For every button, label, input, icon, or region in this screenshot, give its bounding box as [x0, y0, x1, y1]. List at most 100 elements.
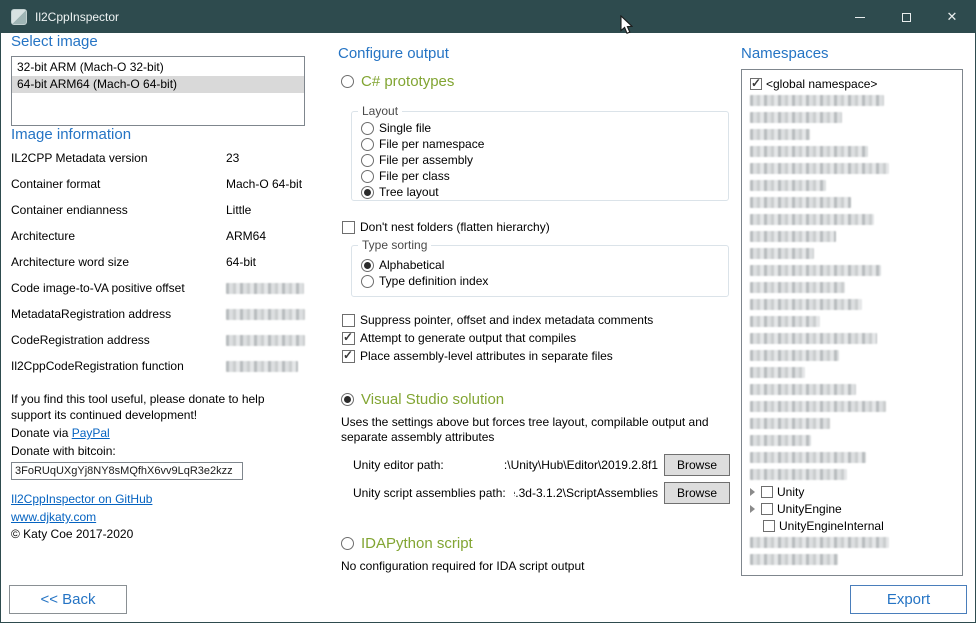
radio-icon[interactable] [361, 154, 374, 167]
minimize-button[interactable] [837, 1, 883, 33]
radio-option[interactable]: File per class [361, 168, 728, 184]
close-button[interactable]: ✕ [929, 1, 975, 33]
idapython-option[interactable]: IDAPython script [341, 535, 473, 552]
namespace-item-redacted[interactable] [742, 330, 962, 347]
namespace-item-redacted[interactable] [742, 160, 962, 177]
idapython-radio-icon[interactable] [341, 537, 354, 550]
redacted-namespace [750, 112, 842, 123]
checkbox-option[interactable]: Attempt to generate output that compiles [342, 329, 653, 347]
namespace-item-redacted[interactable] [742, 398, 962, 415]
visual-studio-radio-icon[interactable] [341, 393, 354, 406]
namespace-item-redacted[interactable] [742, 449, 962, 466]
namespace-item-redacted[interactable] [742, 92, 962, 109]
radio-icon[interactable] [361, 275, 374, 288]
radio-icon[interactable] [361, 259, 374, 272]
checkbox-option-label: Suppress pointer, offset and index metad… [360, 313, 653, 327]
radio-option-label: Single file [379, 121, 431, 135]
maximize-button[interactable] [883, 1, 929, 33]
visual-studio-option[interactable]: Visual Studio solution [341, 391, 504, 408]
browse-editor-button[interactable]: Browse [664, 454, 730, 476]
image-listbox[interactable]: 32-bit ARM (Mach-O 32-bit)64-bit ARM64 (… [11, 56, 305, 126]
namespace-item[interactable]: <global namespace> [742, 75, 962, 92]
image-list-item[interactable]: 64-bit ARM64 (Mach-O 64-bit) [12, 76, 304, 93]
left-panel: Select image 32-bit ARM (Mach-O 32-bit)6… [11, 33, 305, 541]
browse-script-button[interactable]: Browse [664, 482, 730, 504]
github-link[interactable]: Il2CppInspector on GitHub [11, 492, 152, 506]
flatten-checkbox-container: Don't nest folders (flatten hierarchy) [342, 219, 550, 235]
redacted-value [226, 335, 305, 346]
namespace-item-redacted[interactable] [742, 415, 962, 432]
info-value: 64-bit [226, 255, 256, 269]
back-button[interactable]: << Back [9, 585, 127, 614]
radio-option[interactable]: File per assembly [361, 152, 728, 168]
info-value: 23 [226, 151, 239, 165]
namespace-checkbox[interactable] [761, 503, 773, 515]
redacted-namespace [750, 452, 866, 463]
checkbox-option[interactable]: Suppress pointer, offset and index metad… [342, 311, 653, 329]
window-controls: ✕ [837, 1, 975, 33]
radio-option-label: Tree layout [379, 185, 439, 199]
checkbox-option[interactable]: Don't nest folders (flatten hierarchy) [342, 219, 550, 235]
namespace-checkbox[interactable] [761, 486, 773, 498]
namespace-item-redacted[interactable] [742, 551, 962, 568]
namespace-item-redacted[interactable] [742, 296, 962, 313]
unity-editor-path-field[interactable]: :\Unity\Hub\Editor\2019.2.8f1 [452, 458, 658, 472]
namespace-item-redacted[interactable] [742, 364, 962, 381]
radio-icon[interactable] [361, 186, 374, 199]
idapython-description: No configuration required for IDA script… [341, 559, 584, 573]
radio-option-label: File per namespace [379, 137, 484, 151]
image-list-item[interactable]: 32-bit ARM (Mach-O 32-bit) [12, 59, 304, 76]
namespace-item-redacted[interactable] [742, 313, 962, 330]
expander-icon[interactable] [750, 488, 755, 496]
radio-option[interactable]: File per namespace [361, 136, 728, 152]
namespace-item[interactable]: UnityEngine [742, 500, 962, 517]
layout-group-title: Layout [358, 104, 402, 118]
radio-icon[interactable] [361, 138, 374, 151]
checkbox-icon[interactable] [342, 314, 355, 327]
copyright-text: © Katy Coe 2017-2020 [11, 527, 305, 541]
expander-icon[interactable] [750, 505, 755, 513]
namespace-item-redacted[interactable] [742, 211, 962, 228]
radio-option[interactable]: Alphabetical [361, 257, 728, 273]
checkbox-icon[interactable] [342, 350, 355, 363]
checkbox-icon[interactable] [342, 332, 355, 345]
csharp-prototypes-option[interactable]: C# prototypes [341, 73, 454, 90]
namespace-item-redacted[interactable] [742, 534, 962, 551]
namespace-item-redacted[interactable] [742, 228, 962, 245]
namespace-item-redacted[interactable] [742, 279, 962, 296]
checkbox-option[interactable]: Place assembly-level attributes in separ… [342, 347, 653, 365]
radio-icon[interactable] [361, 170, 374, 183]
paypal-link[interactable]: PayPal [72, 426, 110, 440]
radio-option[interactable]: Single file [361, 120, 728, 136]
namespace-item-redacted[interactable] [742, 262, 962, 279]
radio-option[interactable]: Type definition index [361, 273, 728, 289]
csharp-radio-icon[interactable] [341, 75, 354, 88]
namespace-item-redacted[interactable] [742, 194, 962, 211]
namespace-checkbox[interactable] [763, 520, 775, 532]
bitcoin-address-input[interactable] [11, 462, 243, 480]
namespace-checkbox[interactable] [750, 78, 762, 90]
redacted-namespace [750, 299, 862, 310]
export-button[interactable]: Export [850, 585, 967, 614]
radio-icon[interactable] [361, 122, 374, 135]
namespace-item-redacted[interactable] [742, 126, 962, 143]
namespace-item-redacted[interactable] [742, 466, 962, 483]
namespace-item-redacted[interactable] [742, 143, 962, 160]
namespace-item[interactable]: UnityEngineInternal [742, 517, 962, 534]
namespace-item[interactable]: Unity [742, 483, 962, 500]
checkbox-icon[interactable] [342, 221, 355, 234]
namespace-item-redacted[interactable] [742, 432, 962, 449]
titlebar[interactable]: Il2CppInspector ✕ [1, 1, 975, 33]
mouse-cursor [619, 15, 633, 36]
radio-option[interactable]: Tree layout [361, 184, 728, 200]
bitcoin-label: Donate with bitcoin: [11, 443, 305, 459]
namespace-item-redacted[interactable] [742, 177, 962, 194]
unity-script-path-field[interactable]: ate.3d-3.1.2\ScriptAssemblies [514, 486, 658, 500]
namespace-item-redacted[interactable] [742, 347, 962, 364]
website-link[interactable]: www.djkaty.com [11, 510, 96, 524]
namespaces-list[interactable]: <global namespace> UnityUnityEngineUnityE… [741, 69, 963, 576]
namespaces-panel: Namespaces <global namespace>UnityUnityE… [741, 33, 963, 576]
namespace-item-redacted[interactable] [742, 381, 962, 398]
namespace-item-redacted[interactable] [742, 109, 962, 126]
namespace-item-redacted[interactable] [742, 245, 962, 262]
